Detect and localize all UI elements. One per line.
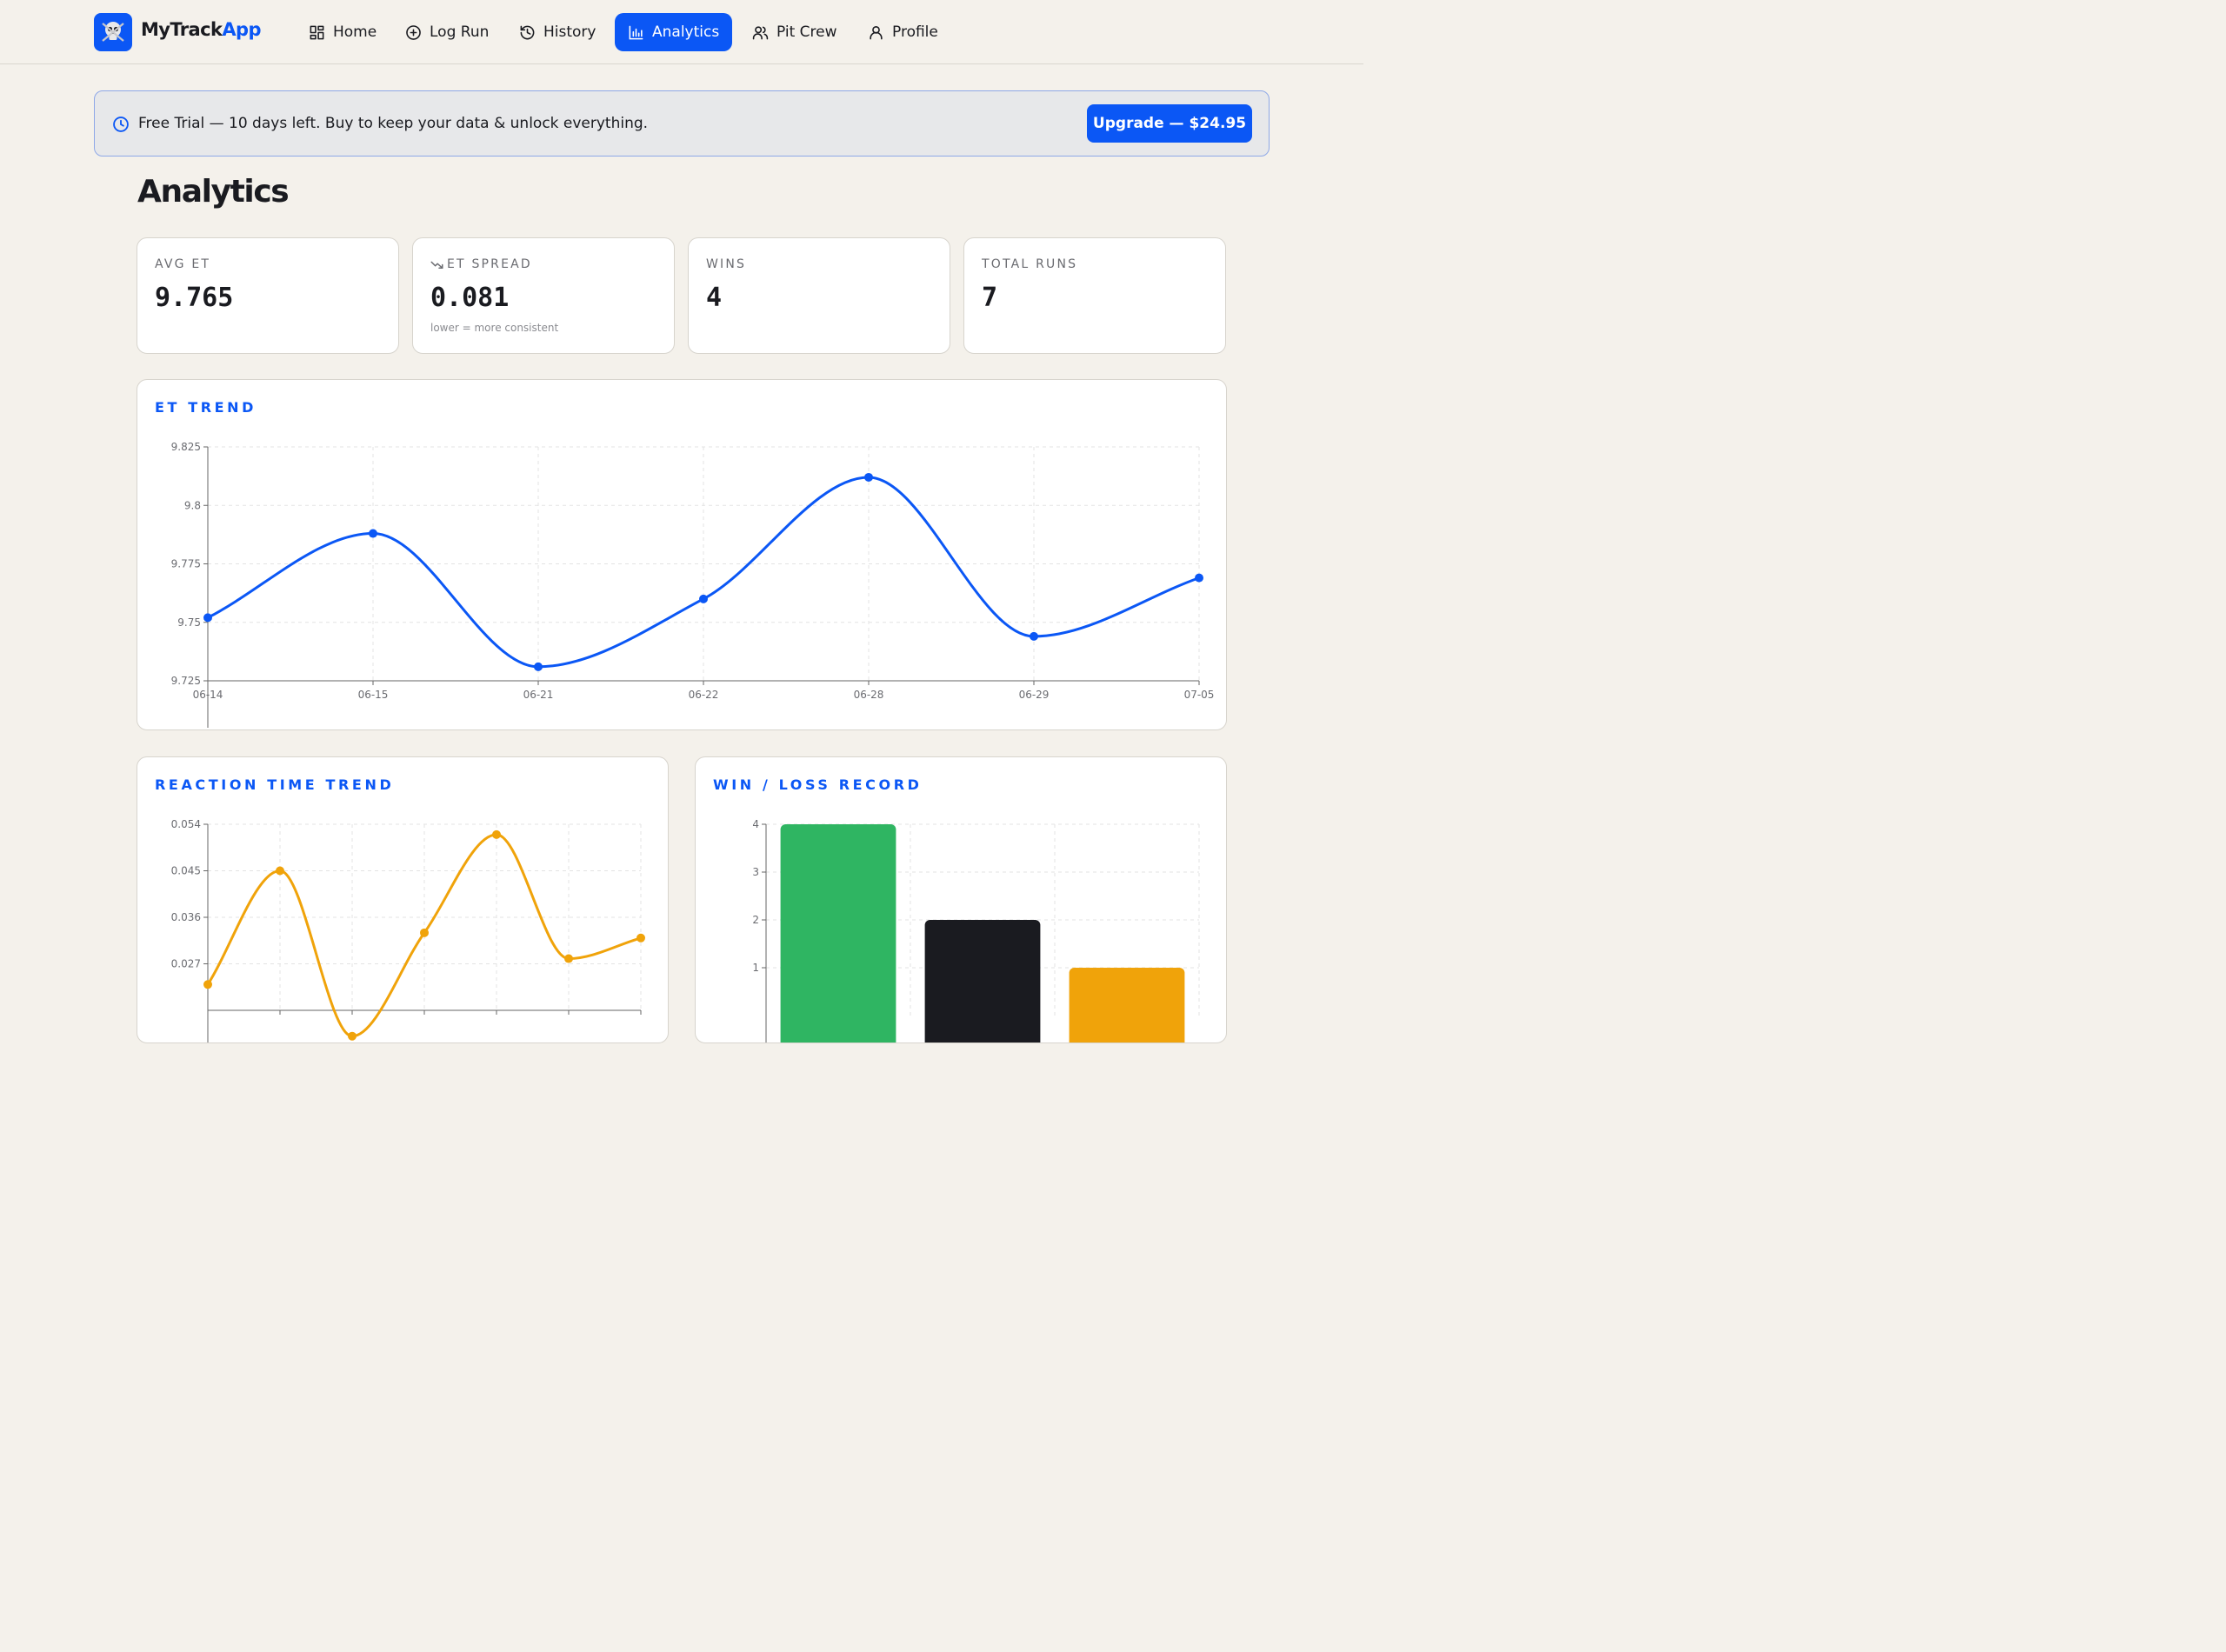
rt-data-point [492,829,501,839]
trending-down-icon [430,261,443,269]
stat-label-text: AVG ET [155,257,211,271]
rt-y-tick-label: 0.036 [171,911,201,923]
trial-message: Free Trial — 10 days left. Buy to keep y… [138,115,649,132]
wl-bar [780,824,896,1042]
stat-value: 7 [982,283,998,313]
user-icon [870,25,883,39]
et-trend-card: ET TREND 9.825 9.8 9.775 9.75 9.725 06-14 06-1… [137,379,1227,730]
nav-item-label: History [543,23,596,41]
rt-data-point [348,1031,357,1041]
nav-item-history[interactable]: History [506,13,609,51]
reaction-trend-chart: 0.054 0.045 0.036 0.027 [171,818,645,1042]
wl-y-tick-label: 4 [752,818,759,830]
plus-circle-icon [406,24,421,40]
nav-item-label: Log Run [430,23,490,41]
nav-item-pit-crew[interactable]: Pit Crew [739,13,850,51]
brand-name-part1: MyTrack [141,19,223,40]
et-x-tick-label: 06-21 [523,689,554,701]
et-y-tick-label: 9.8 [184,499,201,511]
et-data-point [1195,573,1203,583]
stat-card-et-spread: ET SPREAD 0.081 lower = more consistent [412,237,675,354]
wl-y-tick-label: 2 [752,914,759,926]
nav-item-home[interactable]: Home [296,13,390,51]
nav-item-label: Home [333,23,377,41]
stat-label: WINS [706,257,746,271]
rt-data-point [564,954,573,963]
et-data-point [534,662,543,671]
wl-y-tick-label: 1 [752,962,759,974]
win-loss-chart: 4 3 2 1 [752,818,1200,1042]
et-data-point [203,613,212,623]
stat-card-avg-et: AVG ET 9.765 [137,237,399,354]
top-nav: MyTrackApp Home Log Run History Analytic… [0,0,1363,64]
trial-banner: Free Trial — 10 days left. Buy to keep y… [94,90,1270,157]
stat-note: lower = more consistent [430,322,559,334]
bar-chart-icon [629,25,643,39]
et-x-tick-label: 06-22 [689,689,719,701]
clock-icon [113,117,129,132]
nav-item-label: Pit Crew [776,23,837,41]
users-icon [752,25,769,39]
rt-y-tick-label: 0.054 [171,818,201,830]
et-y-tick-label: 9.75 [177,616,201,629]
stat-label-text: ET SPREAD [447,257,532,271]
et-x-tick-label: 06-15 [358,689,389,701]
nav-item-label: Analytics [652,23,720,41]
rt-y-tick-label: 0.027 [171,958,201,970]
app-logo[interactable] [94,13,132,51]
grid-icon [310,25,324,39]
nav-item-label: Profile [892,23,938,41]
page-title: Analytics [137,174,290,210]
et-data-point [1030,631,1038,641]
et-data-point [864,472,873,482]
et-y-tick-label: 9.825 [171,441,201,453]
nav-item-analytics[interactable]: Analytics [615,13,733,51]
wl-bar [1069,968,1185,1042]
history-icon [520,25,535,39]
rt-data-point [276,866,284,876]
brand-name-part2: App [222,19,261,40]
rt-y-tick-label: 0.045 [171,865,201,877]
win-loss-card: WIN / LOSS RECORD 4321 [695,756,1227,1043]
stat-card-total-runs: TOTAL RUNS 7 [963,237,1226,354]
skull-icon [102,22,124,42]
rt-data-point [203,980,212,989]
reaction-trend-card: REACTION TIME TREND 0.054 0.045 0.036 0.027 [137,756,669,1043]
stat-value: 0.081 [430,283,510,313]
wl-bar [924,920,1041,1042]
stat-label: AVG ET [155,257,210,271]
et-x-tick-label: 06-29 [1019,689,1050,701]
stat-label: ET SPREAD [430,257,532,271]
stat-label: TOTAL RUNS [982,257,1077,271]
brand-name[interactable]: MyTrackApp [141,19,261,40]
stat-value: 4 [706,283,723,313]
nav-item-log-run[interactable]: Log Run [392,13,502,51]
et-trend-chart: 9.8259.89.7759.759.72506-14 06-15 06-21 06-… [171,441,1215,728]
upgrade-button[interactable]: Upgrade — $24.95 [1087,104,1252,143]
et-data-point [369,529,377,538]
et-x-tick-label: 06-28 [854,689,884,701]
nav-item-profile[interactable]: Profile [855,13,951,51]
wl-y-tick-label: 3 [752,866,759,878]
et-data-point [699,594,708,603]
stat-label-text: WINS [706,257,747,271]
rt-data-point [420,928,429,937]
stat-card-wins: WINS 4 [688,237,950,354]
et-y-tick-label: 9.725 [171,675,201,687]
et-y-tick-label: 9.775 [171,558,201,570]
stat-value: 9.765 [155,283,234,313]
rt-data-point [636,933,645,943]
stat-label-text: TOTAL RUNS [982,257,1078,271]
et-x-tick-label: 07-05 [1184,689,1215,701]
